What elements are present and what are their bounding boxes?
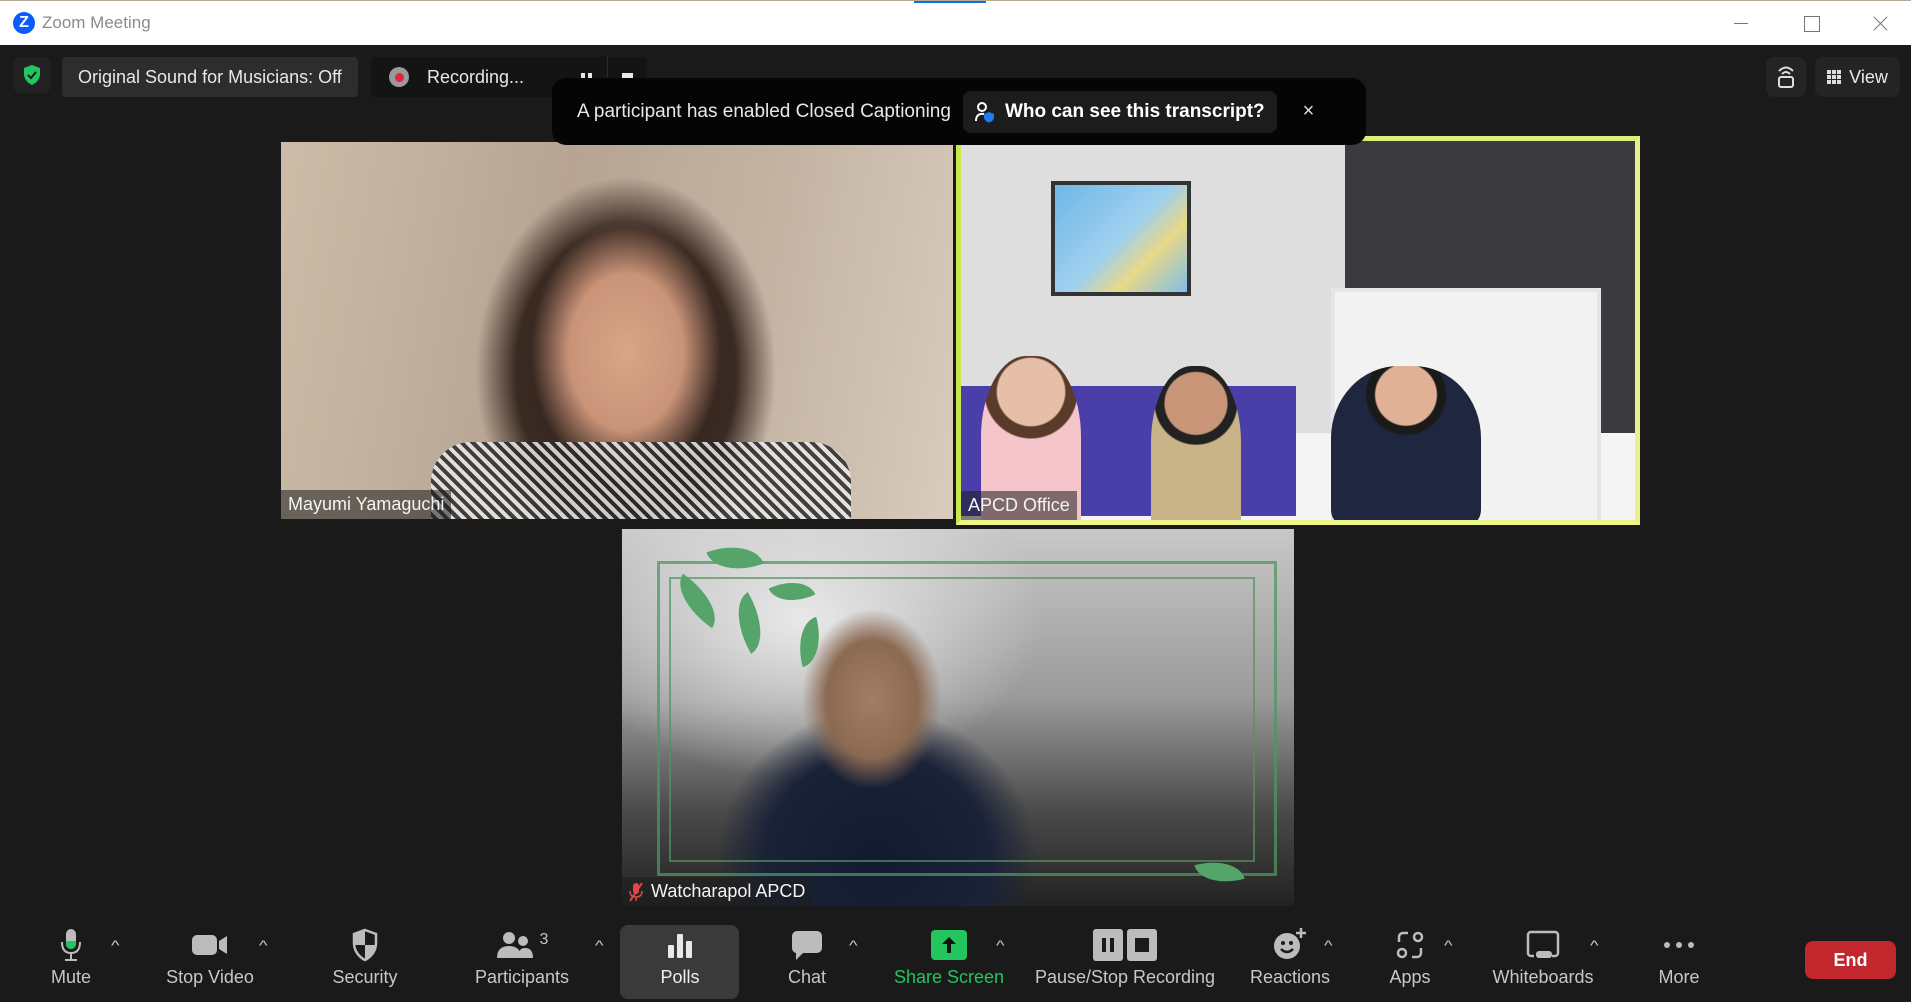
polls-bar-chart-icon xyxy=(668,934,692,958)
participants-count-badge: 3 xyxy=(539,931,549,948)
green-shield-check-icon xyxy=(24,65,40,85)
pause-stop-recording-label: Pause/Stop Recording xyxy=(1034,967,1216,987)
participant-name-tag: APCD Office xyxy=(961,491,1077,520)
participant-name: Watcharapol APCD xyxy=(651,881,806,901)
microphone-icon xyxy=(61,929,81,961)
chat-options-caret[interactable]: ^ xyxy=(849,937,858,953)
zoom-meeting-window: Z Zoom Meeting Original Sound for Musici… xyxy=(0,0,1911,1002)
security-button[interactable]: Security xyxy=(325,925,405,995)
stop-icon xyxy=(1127,929,1157,961)
participants-button[interactable]: 3 Participants xyxy=(472,925,572,995)
cast-icon xyxy=(1778,66,1794,88)
window-title: Zoom Meeting xyxy=(42,13,151,32)
transcript-visibility-label: Who can see this transcript? xyxy=(1004,100,1265,122)
whiteboards-button[interactable]: Whiteboards xyxy=(1488,925,1598,995)
grid-view-icon xyxy=(1827,69,1842,85)
meeting-toolbar: Mute ^ Stop Video ^ Security 3 Participa… xyxy=(0,915,1911,1002)
share-screen-label: Share Screen xyxy=(893,967,1005,987)
view-button[interactable]: View xyxy=(1815,57,1900,97)
reactions-button[interactable]: Reactions xyxy=(1245,925,1335,995)
recording-status-text: Recording... xyxy=(427,66,525,87)
more-label: More xyxy=(1658,967,1700,987)
reactions-label: Reactions xyxy=(1249,967,1331,987)
video-feed-person xyxy=(1331,366,1481,520)
polls-label: Polls xyxy=(660,967,700,987)
pause-icon xyxy=(1093,929,1123,961)
zoom-logo-icon: Z xyxy=(13,12,35,34)
participant-name: Mayumi Yamaguchi xyxy=(288,494,445,514)
participants-label: Participants xyxy=(474,967,570,987)
person-shield-icon xyxy=(974,101,994,122)
share-screen-button[interactable]: Share Screen xyxy=(892,925,1006,995)
immersive-view-button[interactable] xyxy=(1766,57,1806,97)
video-feed xyxy=(431,442,851,519)
closed-caption-notification: A participant has enabled Closed Caption… xyxy=(552,78,1366,145)
view-label: View xyxy=(1849,66,1888,87)
share-screen-arrow-icon xyxy=(931,930,967,960)
participant-name-tag: Watcharapol APCD xyxy=(622,877,813,906)
chat-label: Chat xyxy=(787,967,827,987)
encryption-badge[interactable] xyxy=(14,57,50,93)
video-feed-map xyxy=(1051,181,1191,296)
pause-stop-recording-button[interactable]: Pause/Stop Recording xyxy=(1032,925,1218,995)
security-shield-icon xyxy=(352,928,378,962)
apps-button[interactable]: Apps xyxy=(1380,925,1440,995)
video-options-caret[interactable]: ^ xyxy=(259,937,268,953)
stop-video-button[interactable]: Stop Video xyxy=(160,925,260,995)
close-icon[interactable]: × xyxy=(1303,100,1315,123)
participants-icon xyxy=(496,932,533,958)
security-label: Security xyxy=(332,967,398,987)
transcript-visibility-button[interactable]: Who can see this transcript? xyxy=(962,90,1277,133)
whiteboard-icon xyxy=(1526,930,1560,958)
recording-dot-icon xyxy=(389,67,409,87)
reactions-emoji-icon xyxy=(1274,928,1306,959)
original-sound-toggle[interactable]: Original Sound for Musicians: Off xyxy=(62,57,358,97)
video-camera-icon xyxy=(192,935,227,955)
maximize-button[interactable] xyxy=(1790,9,1830,39)
polls-button[interactable]: Polls xyxy=(640,925,720,995)
more-button[interactable]: More xyxy=(1648,925,1710,995)
audio-options-caret[interactable]: ^ xyxy=(111,937,120,953)
stop-video-label: Stop Video xyxy=(166,967,254,987)
apps-options-caret[interactable]: ^ xyxy=(1444,937,1453,953)
share-options-caret[interactable]: ^ xyxy=(996,937,1005,953)
apps-label: Apps xyxy=(1389,967,1431,987)
chat-bubble-icon xyxy=(791,931,822,960)
apps-icon xyxy=(1396,931,1424,959)
whiteboards-label: Whiteboards xyxy=(1492,967,1594,987)
video-feed-person xyxy=(1151,366,1241,520)
reactions-options-caret[interactable]: ^ xyxy=(1324,937,1333,953)
video-tile-apcd-office-active-speaker[interactable]: APCD Office xyxy=(956,136,1640,525)
video-tile-mayumi-yamaguchi[interactable]: Mayumi Yamaguchi xyxy=(281,142,953,519)
end-meeting-button[interactable]: End xyxy=(1805,941,1896,979)
participant-name-tag: Mayumi Yamaguchi xyxy=(281,490,452,519)
mute-button[interactable]: Mute xyxy=(38,925,104,995)
chat-button[interactable]: Chat xyxy=(777,925,837,995)
whiteboards-options-caret[interactable]: ^ xyxy=(1590,937,1599,953)
participants-options-caret[interactable]: ^ xyxy=(595,937,604,953)
participant-name: APCD Office xyxy=(968,495,1070,515)
title-bar: Z Zoom Meeting xyxy=(0,0,1911,45)
mute-label: Mute xyxy=(50,967,92,987)
more-ellipsis-icon xyxy=(1664,942,1694,948)
muted-mic-icon xyxy=(629,881,643,902)
minimize-button[interactable] xyxy=(1720,9,1760,39)
caption-notification-message: A participant has enabled Closed Caption… xyxy=(577,100,951,122)
video-tile-watcharapol-apcd[interactable]: Watcharapol APCD xyxy=(622,529,1294,906)
close-window-button[interactable] xyxy=(1860,9,1900,39)
active-taskbar-indicator xyxy=(914,1,986,3)
